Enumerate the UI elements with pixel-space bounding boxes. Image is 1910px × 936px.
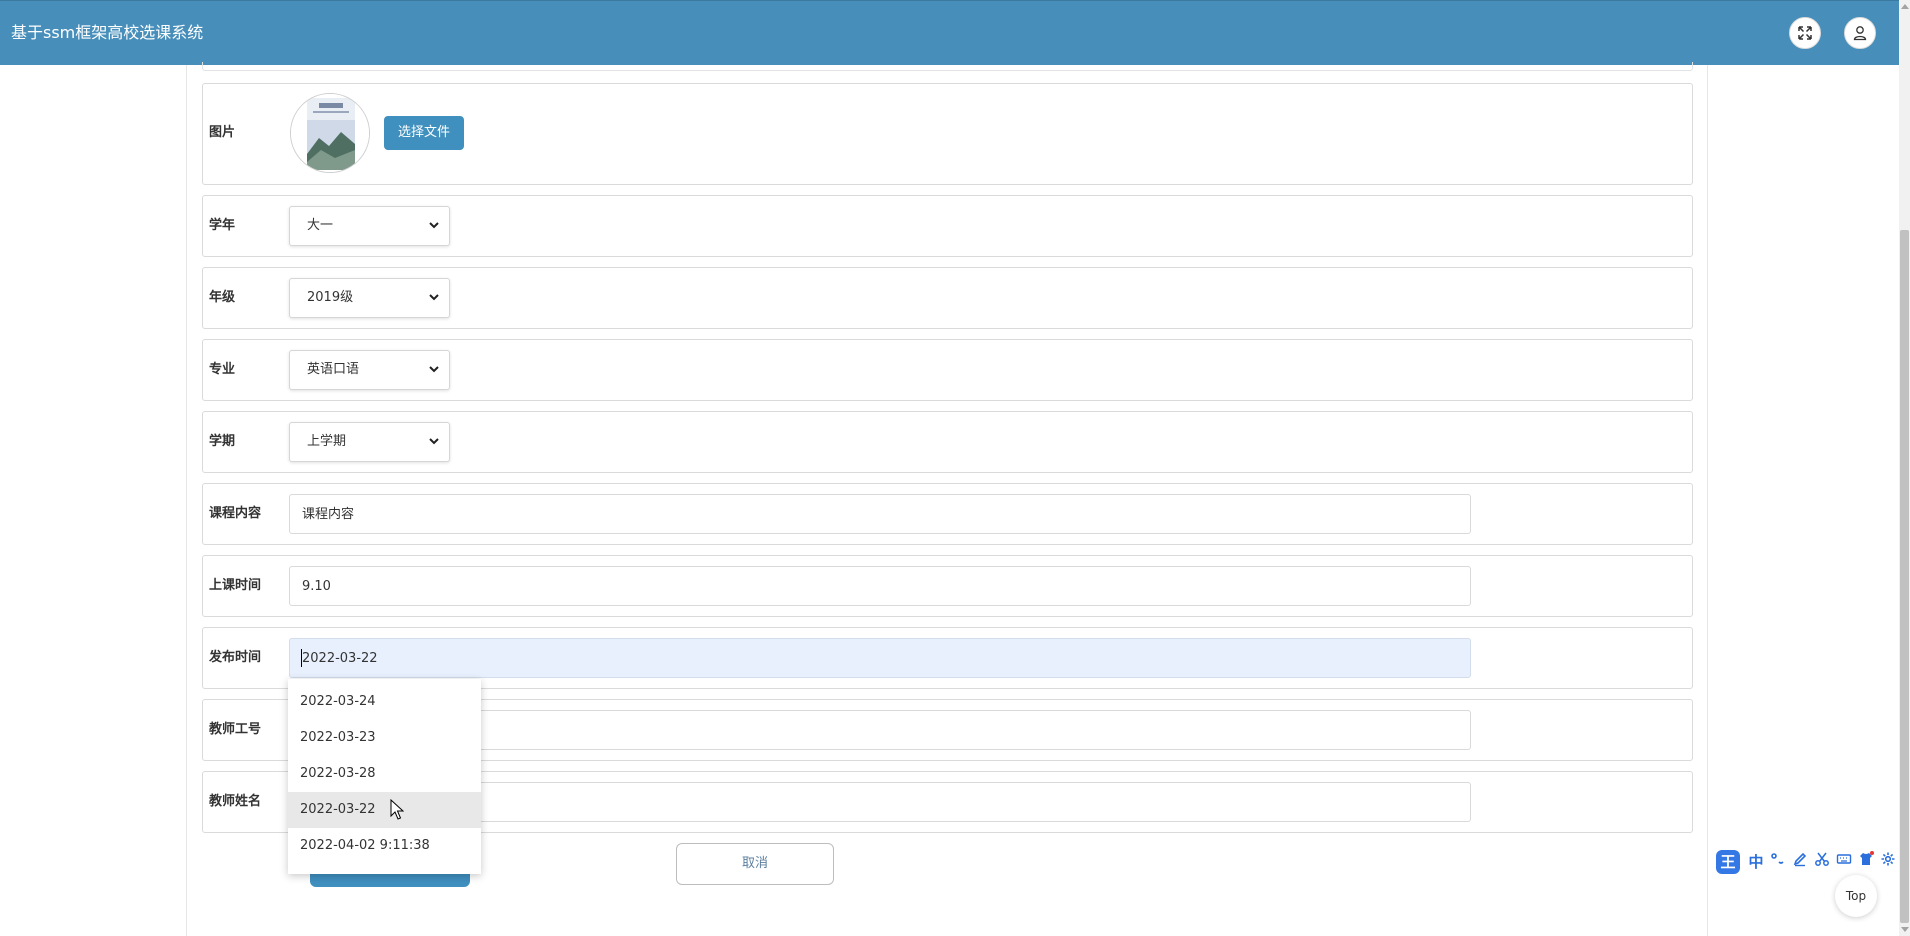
autocomplete-option[interactable]: 2022-03-24 xyxy=(288,684,481,720)
cancel-button[interactable]: 取消 xyxy=(676,843,834,885)
book-cover-thumbnail xyxy=(291,94,369,172)
previous-form-row xyxy=(202,62,1693,71)
scissors-icon[interactable] xyxy=(1811,851,1833,873)
major-value: 英语口语 xyxy=(307,362,360,377)
class-time-label: 上课时间 xyxy=(209,578,262,593)
major-label: 专业 xyxy=(209,362,236,377)
course-content-label: 课程内容 xyxy=(209,506,262,521)
grade-select[interactable]: 2019级 xyxy=(289,278,450,318)
semester-value: 上学期 xyxy=(307,434,347,449)
top-header-bar: 基于ssm框架高校选课系统 xyxy=(0,0,1899,65)
scroll-up-arrow-icon[interactable] xyxy=(1901,4,1909,9)
scroll-down-arrow-icon[interactable] xyxy=(1901,927,1909,932)
chevron-down-icon xyxy=(429,438,439,445)
grade-value: 2019级 xyxy=(307,290,354,305)
semester-select[interactable]: 上学期 xyxy=(289,422,450,462)
choose-file-button[interactable]: 选择文件 xyxy=(384,116,464,150)
class-time-input[interactable]: 9.10 xyxy=(289,566,1471,606)
scrollbar-thumb[interactable] xyxy=(1900,230,1909,923)
skin-icon[interactable] xyxy=(1855,851,1877,873)
publish-time-input[interactable]: 2022-03-22 xyxy=(289,638,1471,678)
page-scrollbar[interactable] xyxy=(1899,0,1910,936)
autocomplete-option[interactable]: 2022-03-28 xyxy=(288,756,481,792)
ime-mode-toggle[interactable]: 中 xyxy=(1745,851,1767,873)
form-row-image: 图片 选择文件 xyxy=(202,83,1693,185)
form-row-semester: 学期 上学期 xyxy=(202,411,1693,473)
chevron-down-icon xyxy=(429,366,439,373)
app-title: 基于ssm框架高校选课系统 xyxy=(11,23,204,42)
punctuation-icon[interactable] xyxy=(1767,851,1789,873)
back-to-top-button[interactable]: Top xyxy=(1835,875,1877,917)
course-content-input[interactable]: 课程内容 xyxy=(289,494,1471,534)
user-profile-button[interactable] xyxy=(1844,17,1876,49)
mouse-cursor-icon xyxy=(390,799,404,820)
academic-year-value: 大一 xyxy=(307,218,334,233)
form-row-academic-year: 学年 大一 xyxy=(202,195,1693,257)
publish-time-label: 发布时间 xyxy=(209,650,262,665)
grade-label: 年级 xyxy=(209,290,236,305)
course-content-value: 课程内容 xyxy=(302,507,355,522)
academic-year-select[interactable]: 大一 xyxy=(289,206,450,246)
pen-icon[interactable] xyxy=(1789,851,1811,873)
image-label: 图片 xyxy=(209,125,236,140)
autocomplete-dropdown: 2022-03-24 2022-03-23 2022-03-28 2022-03… xyxy=(288,679,481,874)
ime-logo[interactable]: 王 xyxy=(1716,850,1740,874)
settings-icon[interactable] xyxy=(1877,851,1899,873)
chevron-down-icon xyxy=(429,294,439,301)
fullscreen-button[interactable] xyxy=(1789,17,1821,49)
publish-time-value: 2022-03-22 xyxy=(302,651,378,666)
semester-label: 学期 xyxy=(209,434,236,449)
autocomplete-option-highlighted[interactable]: 2022-03-22 xyxy=(288,792,481,828)
teacher-name-label: 教师姓名 xyxy=(209,794,262,809)
expand-arrows-icon xyxy=(1798,26,1812,40)
academic-year-label: 学年 xyxy=(209,218,236,233)
user-profile-icon xyxy=(1853,26,1867,41)
ime-toolbar: 王 中 xyxy=(1716,849,1910,875)
course-cover-image xyxy=(290,93,370,173)
teacher-id-label: 教师工号 xyxy=(209,722,262,737)
major-select[interactable]: 英语口语 xyxy=(289,350,450,390)
class-time-value: 9.10 xyxy=(302,579,331,594)
keyboard-icon[interactable] xyxy=(1833,851,1855,873)
form-row-major: 专业 英语口语 xyxy=(202,339,1693,401)
form-row-grade: 年级 2019级 xyxy=(202,267,1693,329)
form-row-course-content: 课程内容 课程内容 xyxy=(202,483,1693,545)
autocomplete-option[interactable]: 2022-03-23 xyxy=(288,720,481,756)
autocomplete-option[interactable]: 2022-04-02 9:11:38 xyxy=(288,828,481,864)
chevron-down-icon xyxy=(429,222,439,229)
form-row-class-time: 上课时间 9.10 xyxy=(202,555,1693,617)
